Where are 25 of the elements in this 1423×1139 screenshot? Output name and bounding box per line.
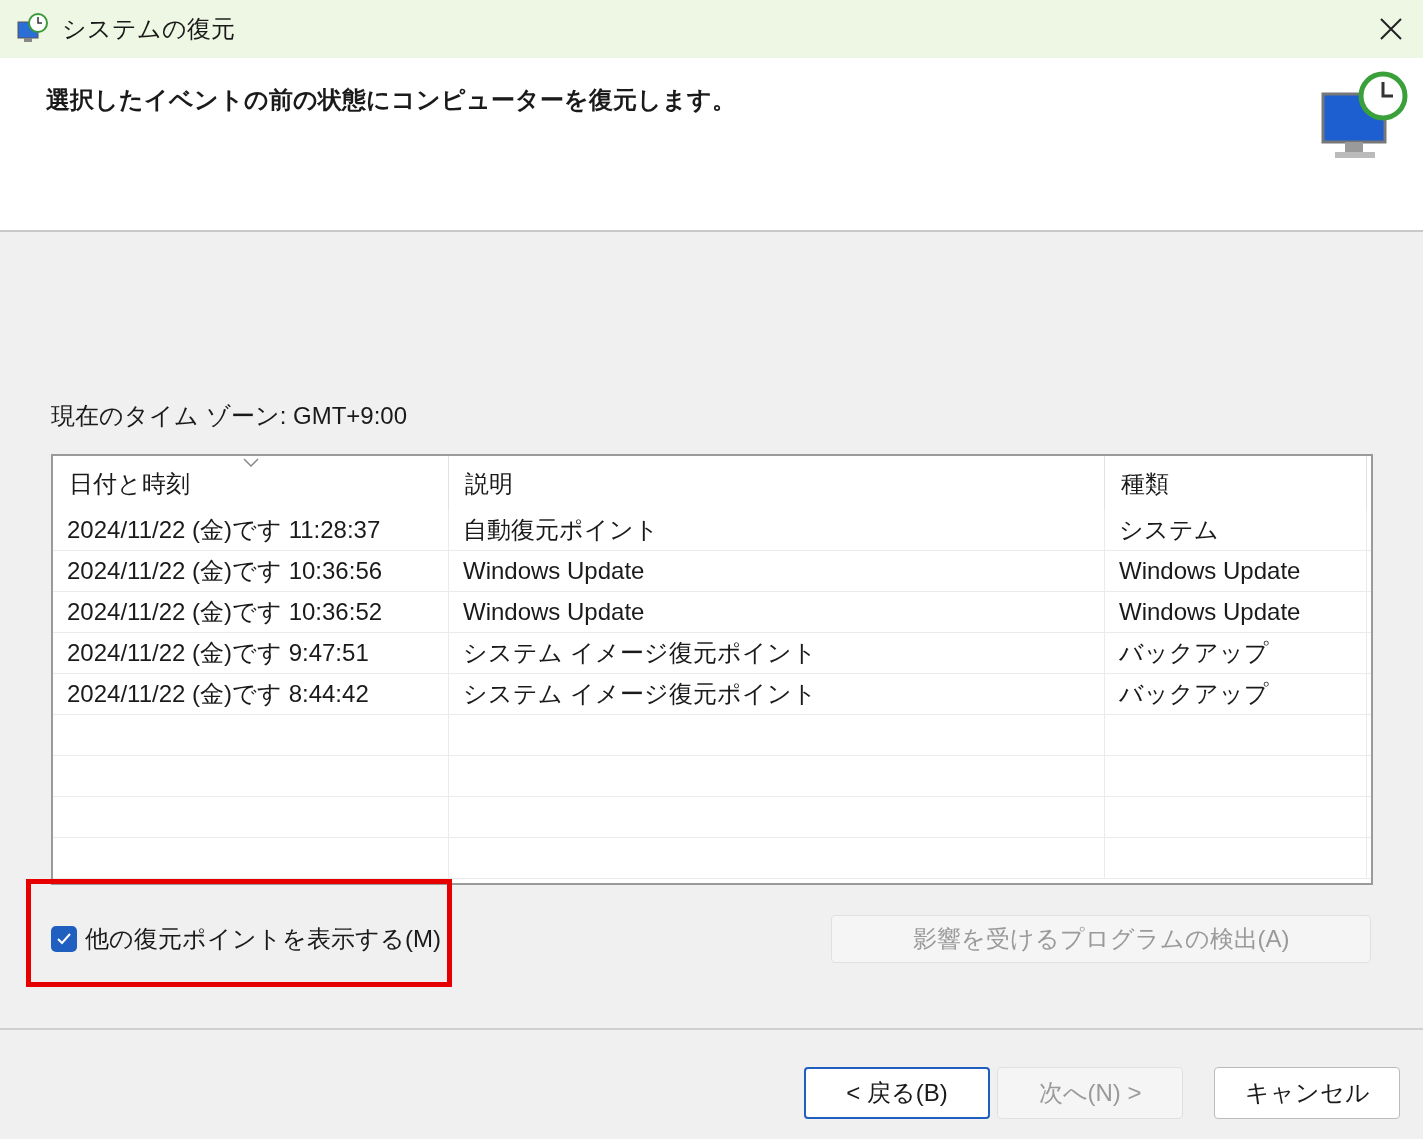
cancel-button[interactable]: キャンセル — [1214, 1067, 1400, 1119]
column-header[interactable]: 説明 — [449, 456, 1105, 510]
table-cell: 2024/11/22 (金)です 9:47:51 — [53, 633, 449, 673]
table-cell: バックアップ — [1105, 674, 1367, 714]
table-cell: 2024/11/22 (金)です 11:28:37 — [53, 510, 449, 550]
table-cell: バックアップ — [1105, 633, 1367, 673]
show-more-checkbox[interactable]: 他の復元ポイントを表示する(M) — [51, 921, 441, 957]
table-cell: Windows Update — [449, 551, 1105, 591]
window-title: システムの復元 — [62, 14, 235, 44]
table-cell: Windows Update — [1105, 551, 1367, 591]
instruction-text: 選択したイベントの前の状態にコンピューターを復元します。 — [46, 85, 736, 115]
table-cell: 2024/11/22 (金)です 10:36:52 — [53, 592, 449, 632]
table-cell: 2024/11/22 (金)です 8:44:42 — [53, 674, 449, 714]
table-cell: 自動復元ポイント — [449, 510, 1105, 550]
table-cell: システム — [1105, 510, 1367, 550]
table-cell: システム イメージ復元ポイント — [449, 633, 1105, 673]
table-cell: Windows Update — [449, 592, 1105, 632]
table-cell: システム イメージ復元ポイント — [449, 674, 1105, 714]
table-cell: 2024/11/22 (金)です 10:36:56 — [53, 551, 449, 591]
timezone-label: 現在のタイム ゾーン: GMT+9:00 — [51, 401, 409, 431]
table-cell: Windows Update — [1105, 592, 1367, 632]
close-icon — [1379, 17, 1403, 41]
column-header[interactable]: 日付と時刻 — [53, 456, 449, 510]
back-button[interactable]: < 戻る(B) — [804, 1067, 990, 1119]
column-header[interactable]: 種類 — [1105, 456, 1367, 510]
